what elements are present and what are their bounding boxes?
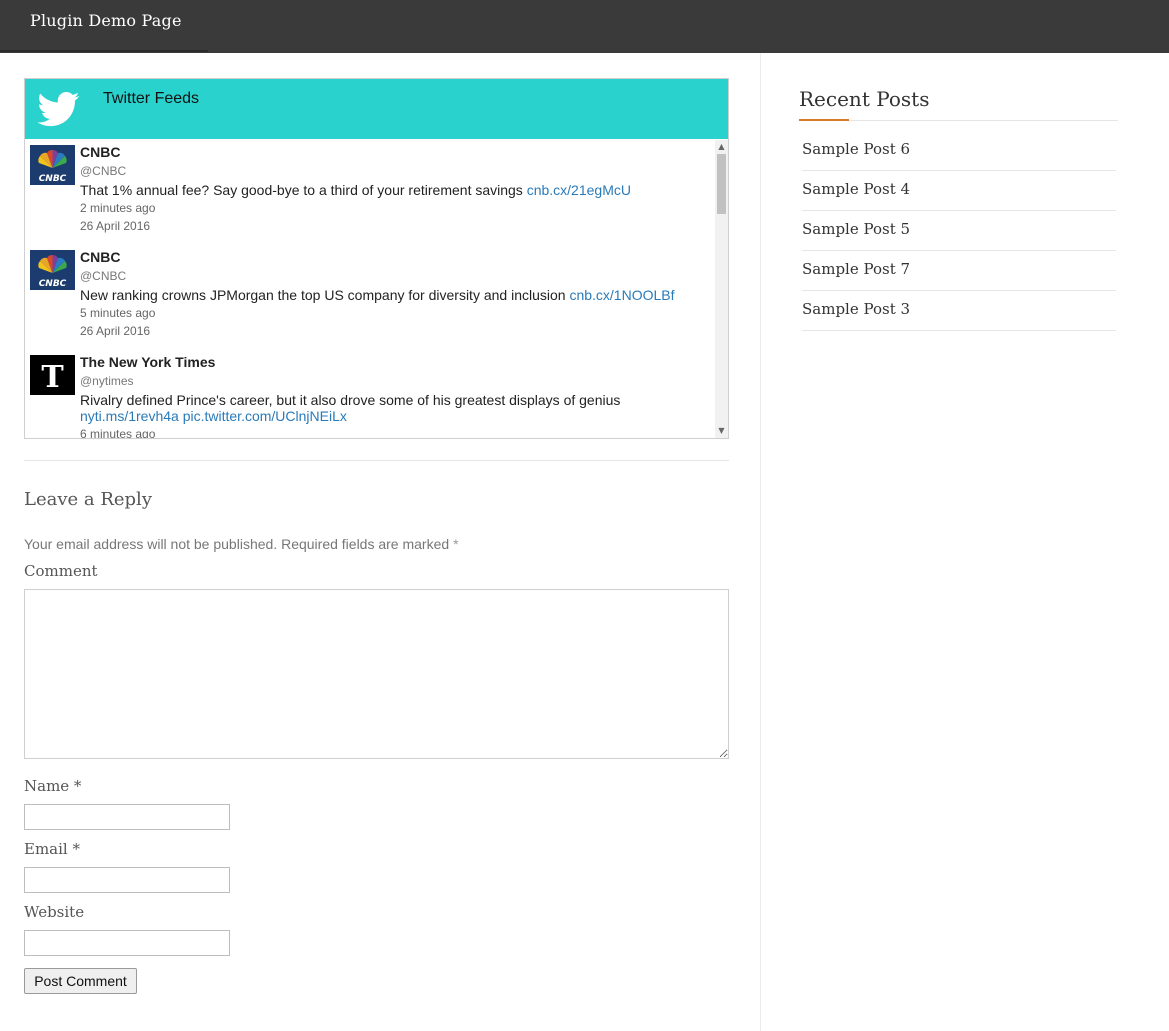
comment-label: Comment bbox=[24, 562, 98, 580]
svg-text:CNBC: CNBC bbox=[39, 174, 67, 184]
tweet-link[interactable]: cnb.cx/1NOOLBf bbox=[569, 287, 674, 303]
recent-posts-accent bbox=[799, 119, 849, 121]
tweet-body: That 1% annual fee? Say good-bye to a th… bbox=[80, 182, 527, 198]
post-comment-button[interactable]: Post Comment bbox=[24, 968, 137, 994]
recent-post-link[interactable]: Sample Post 5 bbox=[802, 220, 910, 238]
twitter-feed-widget: Twitter Feeds CNBC CNBC @CNBC That 1% an… bbox=[24, 78, 729, 439]
header-active-underline bbox=[0, 50, 208, 52]
recent-post-item[interactable]: Sample Post 7 bbox=[802, 251, 1116, 291]
tweet-link[interactable]: nyti.ms/1revh4a bbox=[80, 408, 179, 424]
recent-post-link[interactable]: Sample Post 6 bbox=[802, 140, 910, 158]
name-input[interactable] bbox=[24, 804, 230, 830]
recent-post-item[interactable]: Sample Post 6 bbox=[802, 131, 1116, 171]
tweet-body: New ranking crowns JPMorgan the top US c… bbox=[80, 287, 570, 303]
nyt-avatar[interactable]: T bbox=[30, 355, 75, 395]
recent-post-link[interactable]: Sample Post 3 bbox=[802, 300, 910, 318]
column-divider bbox=[760, 53, 761, 1031]
cnbc-avatar[interactable]: CNBC bbox=[30, 250, 75, 290]
tweet-time-ago[interactable]: 5 minutes ago bbox=[80, 306, 155, 320]
svg-text:CNBC: CNBC bbox=[39, 279, 67, 289]
cnbc-avatar[interactable]: CNBC bbox=[30, 145, 75, 185]
svg-text:T: T bbox=[41, 360, 64, 395]
tweet-author-handle: @CNBC bbox=[80, 269, 127, 283]
scroll-down-arrow-icon[interactable]: ▼ bbox=[715, 426, 728, 436]
tweet-text: That 1% annual fee? Say good-bye to a th… bbox=[80, 182, 700, 198]
tweet-date: 26 April 2016 bbox=[80, 324, 151, 338]
comment-notes-text: Your email address will not be published… bbox=[24, 536, 450, 552]
recent-post-item[interactable]: Sample Post 4 bbox=[802, 171, 1116, 211]
recent-posts-title: Recent Posts bbox=[799, 87, 930, 111]
recent-post-item[interactable]: Sample Post 3 bbox=[802, 291, 1116, 331]
tweet-date: 26 April 2016 bbox=[80, 219, 151, 233]
recent-post-item[interactable]: Sample Post 5 bbox=[802, 211, 1116, 251]
tweet-list[interactable]: CNBC CNBC @CNBC That 1% annual fee? Say … bbox=[25, 140, 715, 438]
twitter-feed-title: Twitter Feeds bbox=[103, 90, 200, 107]
website-label: Website bbox=[24, 903, 85, 921]
website-input[interactable] bbox=[24, 930, 230, 956]
tweet-list-scrollbar[interactable]: ▲ ▼ bbox=[715, 140, 728, 438]
email-input[interactable] bbox=[24, 867, 230, 893]
scroll-up-arrow-icon[interactable]: ▲ bbox=[715, 142, 728, 152]
tweet-author-name[interactable]: CNBC bbox=[80, 144, 120, 160]
tweet-text: New ranking crowns JPMorgan the top US c… bbox=[80, 287, 700, 303]
scrollbar-thumb[interactable] bbox=[717, 154, 726, 214]
recent-post-link[interactable]: Sample Post 4 bbox=[802, 180, 910, 198]
tweet-time-ago[interactable]: 6 minutes ago bbox=[80, 427, 155, 438]
tweet-link[interactable]: cnb.cx/21egMcU bbox=[527, 182, 631, 198]
tweet-media-link[interactable]: pic.twitter.com/UClnjNEiLx bbox=[183, 408, 347, 424]
site-header: Plugin Demo Page bbox=[0, 0, 1169, 53]
tweet-author-handle: @CNBC bbox=[80, 164, 127, 178]
tweet-text: Rivalry defined Prince's career, but it … bbox=[80, 392, 700, 424]
tweet-time-ago[interactable]: 2 minutes ago bbox=[80, 201, 155, 215]
reply-title: Leave a Reply bbox=[24, 489, 152, 510]
tweet-author-name[interactable]: CNBC bbox=[80, 249, 120, 265]
email-label: Email * bbox=[24, 840, 80, 858]
comment-notes: Your email address will not be published… bbox=[24, 536, 459, 552]
comment-textarea[interactable] bbox=[24, 589, 729, 759]
twitter-bird-icon bbox=[37, 92, 80, 127]
section-separator bbox=[24, 460, 729, 461]
required-mark: * bbox=[453, 536, 459, 552]
tweet-author-name[interactable]: The New York Times bbox=[80, 354, 215, 370]
name-label: Name * bbox=[24, 777, 82, 795]
tweet-author-handle: @nytimes bbox=[80, 374, 134, 388]
recent-post-link[interactable]: Sample Post 7 bbox=[802, 260, 910, 278]
site-title[interactable]: Plugin Demo Page bbox=[30, 11, 182, 30]
twitter-feed-header: Twitter Feeds bbox=[25, 79, 728, 139]
recent-posts-rule bbox=[849, 120, 1118, 121]
tweet-body: Rivalry defined Prince's career, but it … bbox=[80, 392, 621, 408]
